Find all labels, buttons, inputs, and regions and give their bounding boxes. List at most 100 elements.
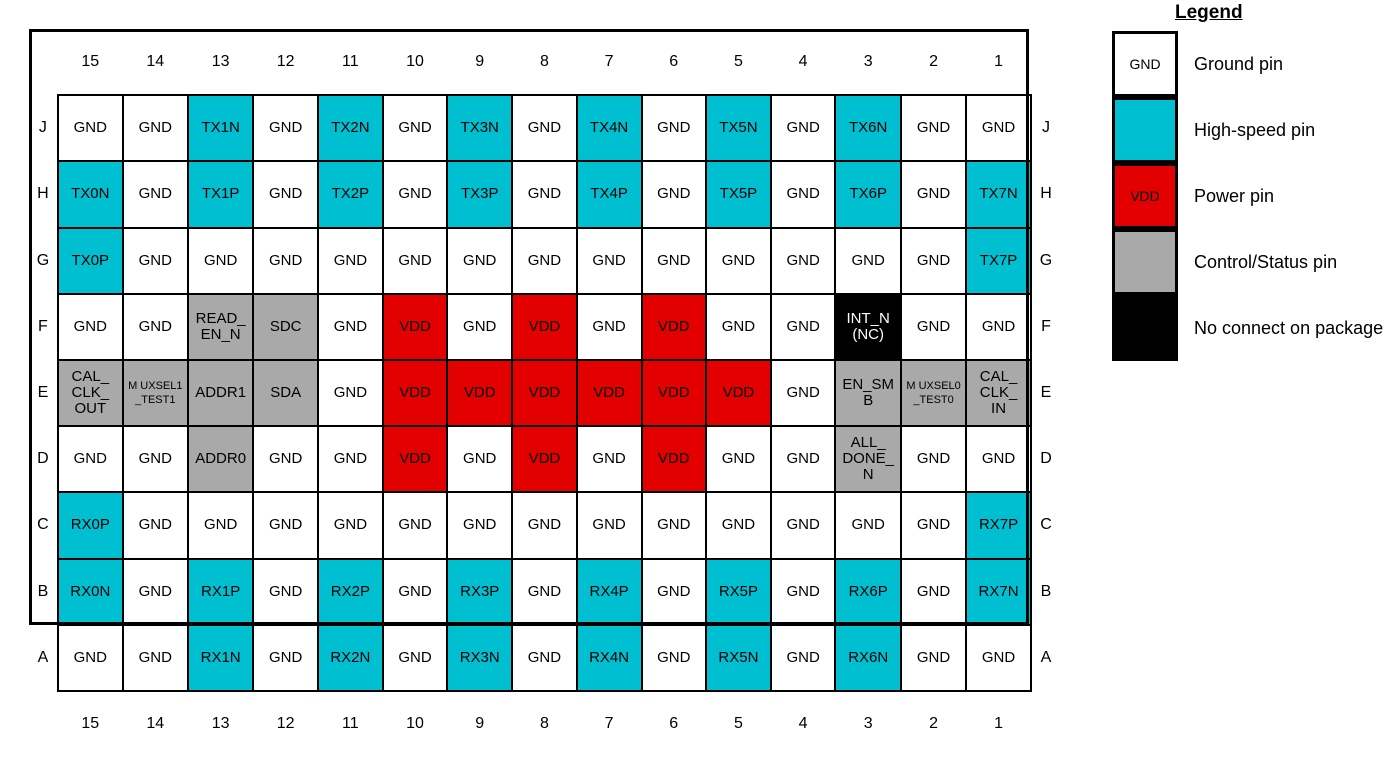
pin-label: GND bbox=[73, 119, 107, 137]
pin-label: GND bbox=[657, 648, 691, 666]
pin-label: GND bbox=[981, 450, 1016, 468]
column-header: 5 bbox=[733, 715, 743, 733]
pin-label-line: M UXSEL0 bbox=[906, 380, 961, 393]
column-header: 3 bbox=[863, 715, 873, 733]
column-header: 14 bbox=[146, 52, 165, 70]
pin-label-line: EN_N bbox=[200, 325, 241, 343]
pin-cell: GND bbox=[121, 226, 189, 295]
pin-label: TX6P bbox=[849, 185, 887, 203]
pin-cell: GND bbox=[252, 94, 319, 163]
legend-swatch-hs bbox=[1112, 97, 1178, 163]
pin-label: TX7P bbox=[979, 251, 1018, 269]
pin-cell: ALL_ DONE_ N bbox=[834, 425, 903, 494]
row-label-left: B bbox=[37, 582, 49, 600]
pin-label: GND bbox=[527, 119, 562, 137]
column-header: 10 bbox=[406, 52, 424, 70]
pin-label-line: READ_ bbox=[195, 309, 246, 327]
pin-cell: RX4P bbox=[575, 557, 643, 626]
pin-label-line: OUT bbox=[74, 400, 107, 418]
column-header: 13 bbox=[211, 715, 230, 733]
pin-label: RX2P bbox=[330, 582, 370, 600]
pin-cell: RX4N bbox=[575, 623, 643, 692]
pin-cell: GND bbox=[575, 292, 643, 361]
pin-label: GND bbox=[463, 317, 497, 335]
pin-cell: GND bbox=[381, 491, 449, 560]
pin-label: GND bbox=[916, 317, 951, 335]
column-header: 4 bbox=[798, 715, 808, 733]
pin-matrix-body: J GND GND TX1N GND TX2N GND TX3N GND TX4N GND TX5N G… bbox=[29, 94, 1060, 692]
row-label-left: J bbox=[38, 119, 47, 137]
pin-label: GND bbox=[657, 251, 691, 269]
pin-label-line: _TEST0 bbox=[913, 394, 954, 407]
pin-label: GND bbox=[786, 317, 820, 335]
pin-cell: GND bbox=[900, 425, 968, 494]
pin-cell: GND bbox=[316, 425, 384, 494]
pin-cell: GND bbox=[186, 226, 255, 295]
pin-label: GND bbox=[463, 450, 497, 468]
pin-label: GND bbox=[138, 582, 172, 600]
pin-cell: ADDR1 bbox=[186, 358, 255, 428]
pin-cell: TX1P bbox=[186, 160, 255, 229]
pin-label: RX5N bbox=[718, 648, 759, 666]
pin-cell: M UXSEL0 _TEST0 bbox=[900, 358, 968, 428]
pin-cell: GND bbox=[704, 226, 772, 295]
column-header: 2 bbox=[929, 715, 939, 733]
pin-label: GND bbox=[463, 516, 497, 534]
pin-cell: GND bbox=[186, 491, 255, 560]
pin-cell: VDD bbox=[511, 358, 578, 428]
pin-label: TX5P bbox=[719, 185, 758, 203]
pin-cell: GND bbox=[575, 491, 643, 560]
pin-cell: GND bbox=[121, 425, 189, 494]
column-header: 8 bbox=[539, 52, 549, 70]
pin-cell: GND bbox=[769, 623, 837, 692]
pin-label: GND bbox=[269, 185, 303, 203]
pin-cell: GND bbox=[575, 226, 643, 295]
column-header: 6 bbox=[669, 52, 679, 70]
pin-label: TX5N bbox=[719, 119, 758, 137]
legend: Legend GND Ground pin High-speed pin VDD Pow… bbox=[1105, 0, 1388, 380]
pin-cell: TX3N bbox=[446, 94, 514, 163]
pin-cell: GND bbox=[511, 160, 578, 229]
pin-label: GND bbox=[138, 251, 172, 269]
pin-cell: GND bbox=[446, 425, 514, 494]
column-header: 6 bbox=[669, 715, 679, 733]
pin-cell: GND bbox=[381, 226, 449, 295]
pin-label: TX0N bbox=[71, 185, 110, 203]
pin-cell: CAL_ CLK_ OUT bbox=[56, 358, 124, 428]
pin-cell: GND bbox=[381, 623, 449, 692]
pin-label-line: ALL_ bbox=[850, 434, 886, 452]
pin-label: GND bbox=[73, 450, 107, 468]
pin-cell: GND bbox=[252, 557, 319, 626]
pin-label: GND bbox=[916, 516, 951, 534]
pin-cell: TX5N bbox=[704, 94, 772, 163]
pin-cell: RX0N bbox=[56, 557, 124, 626]
pin-cell: GND bbox=[56, 94, 124, 163]
pin-cell: GND bbox=[381, 160, 449, 229]
pin-cell: GND bbox=[769, 160, 837, 229]
pin-label: RX1N bbox=[200, 648, 241, 666]
column-header: 12 bbox=[276, 52, 295, 70]
legend-title: Legend bbox=[1175, 2, 1243, 23]
pin-cell: GND bbox=[381, 94, 449, 163]
pin-label: GND bbox=[138, 450, 172, 468]
pin-cell: RX3P bbox=[446, 557, 514, 626]
pin-label: VDD bbox=[463, 384, 496, 402]
pin-label: GND bbox=[463, 251, 497, 269]
pin-row-d: D GND GND ADDR0 GND GND VDD GND VDD GND VDD GND GND A… bbox=[29, 425, 1060, 494]
corner-spacer-bottom-right bbox=[1031, 691, 1060, 757]
legend-swatch-gnd: GND bbox=[1112, 31, 1178, 97]
pin-label-line: B bbox=[863, 392, 874, 410]
column-header-row-top: 15 14 13 12 11 10 9 8 7 6 5 4 3 2 1 bbox=[29, 29, 1060, 95]
pin-cell: GND bbox=[252, 425, 319, 494]
legend-description: High-speed pin bbox=[1194, 119, 1316, 140]
pin-cell: GND bbox=[121, 623, 189, 692]
pin-label: VDD bbox=[399, 384, 431, 402]
pin-cell: VDD bbox=[381, 292, 449, 361]
pin-label: TX3P bbox=[460, 185, 499, 203]
corner-spacer-bottom-left bbox=[29, 691, 58, 757]
pin-cell: GND bbox=[56, 623, 124, 692]
pin-cell: GND bbox=[446, 491, 514, 560]
pin-cell: VDD bbox=[381, 425, 449, 494]
pin-cell: GND bbox=[900, 226, 968, 295]
pin-cell: GND bbox=[316, 226, 384, 295]
